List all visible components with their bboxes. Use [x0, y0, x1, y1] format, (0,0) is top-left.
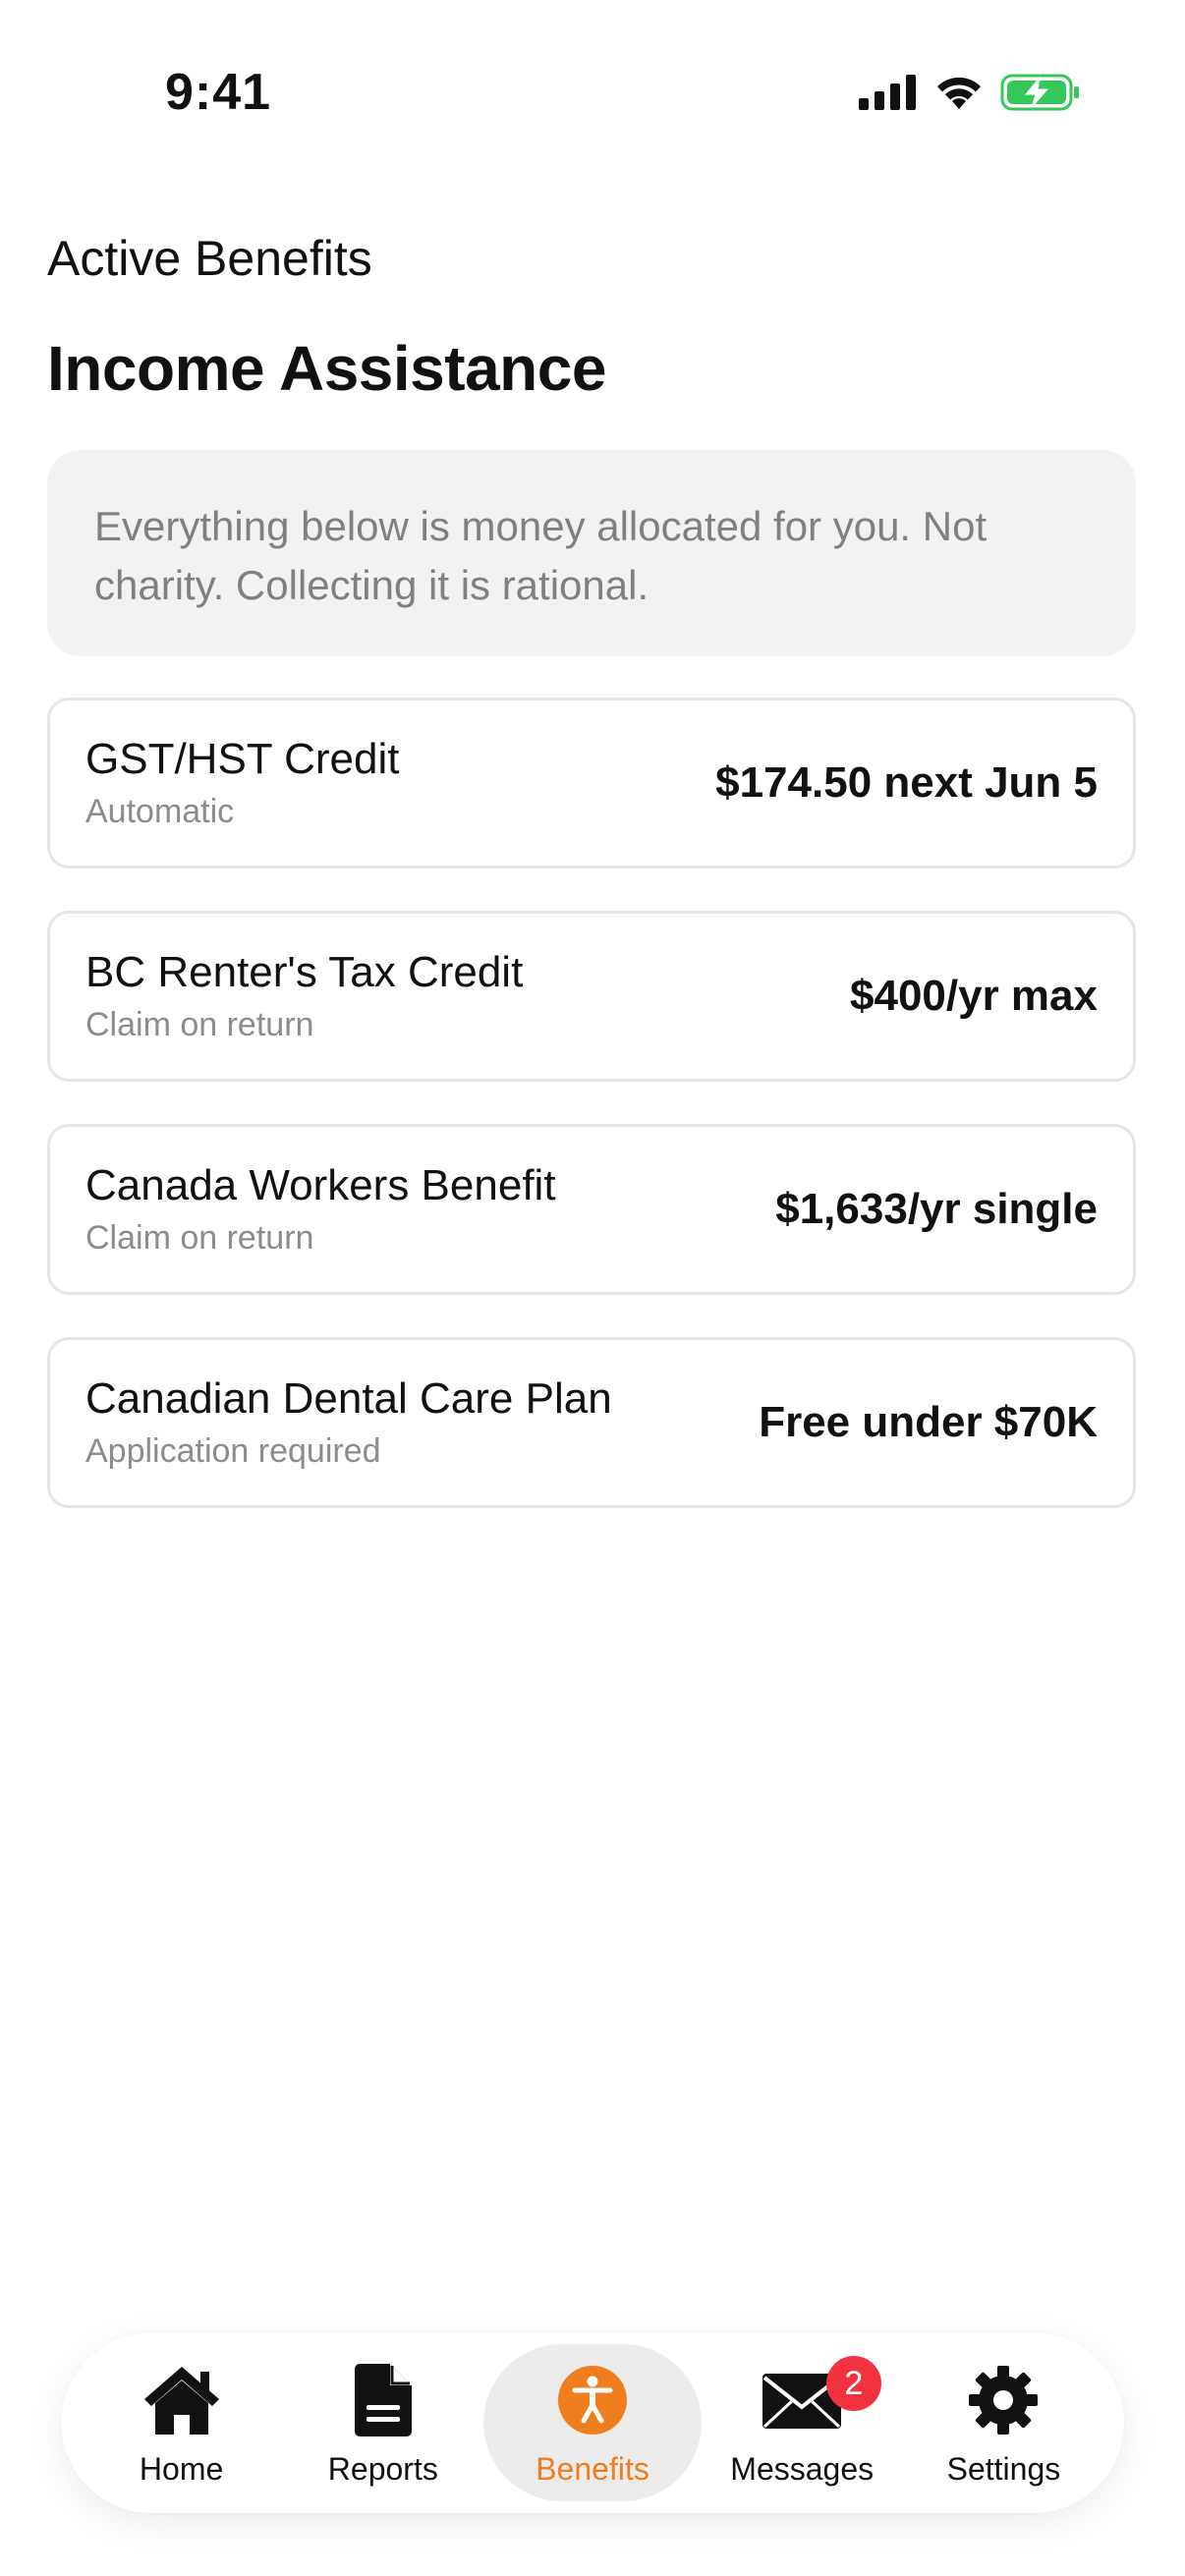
benefit-subtitle: Automatic — [85, 793, 235, 830]
benefit-list: GST/HST Credit Automatic $174.50 next Ju… — [47, 698, 1136, 1550]
tab-label: Messages — [730, 2450, 875, 2487]
benefit-card-gst-hst[interactable]: GST/HST Credit Automatic $174.50 next Ju… — [47, 698, 1136, 868]
tab-label: Reports — [327, 2450, 438, 2487]
info-note: Everything below is money allocated for … — [47, 450, 1136, 656]
tab-settings[interactable]: Settings — [903, 2344, 1104, 2501]
status-icons — [859, 73, 1081, 117]
benefit-name: Canada Workers Benefit — [85, 1161, 556, 1209]
status-bar: 9:41 — [0, 0, 1185, 196]
benefit-subtitle: Claim on return — [85, 1219, 314, 1257]
benefit-subtitle: Application required — [85, 1432, 381, 1470]
benefit-amount: Free under $70K — [759, 1398, 1098, 1446]
tab-reports[interactable]: Reports — [282, 2344, 483, 2501]
benefit-amount: $1,633/yr single — [775, 1185, 1098, 1233]
tab-label: Benefits — [536, 2450, 649, 2487]
tab-label: Settings — [946, 2450, 1061, 2487]
tab-benefits[interactable]: Benefits — [483, 2344, 702, 2501]
battery-charging-icon — [1000, 73, 1081, 117]
tab-label: Home — [139, 2450, 224, 2487]
tab-bar: Home Reports Benefits 2 Messages Setting… — [61, 2332, 1124, 2513]
home-icon — [138, 2359, 226, 2441]
signal-icon — [859, 75, 918, 115]
page-title: Income Assistance — [47, 333, 606, 404]
info-note-text: Everything below is money allocated for … — [94, 503, 988, 608]
benefit-card-bc-renters[interactable]: BC Renter's Tax Credit Claim on return $… — [47, 911, 1136, 1082]
tab-messages[interactable]: 2 Messages — [702, 2344, 903, 2501]
document-icon — [339, 2359, 427, 2441]
benefit-card-canada-workers[interactable]: Canada Workers Benefit Claim on return $… — [47, 1124, 1136, 1295]
wifi-icon — [933, 74, 985, 116]
gear-icon — [959, 2359, 1047, 2441]
benefit-amount: $400/yr max — [850, 972, 1098, 1020]
benefit-subtitle: Claim on return — [85, 1006, 314, 1043]
section-label: Active Benefits — [47, 231, 372, 286]
tab-home[interactable]: Home — [81, 2344, 282, 2501]
benefit-name: BC Renter's Tax Credit — [85, 948, 524, 996]
benefit-amount: $174.50 next Jun 5 — [715, 758, 1098, 807]
benefit-card-dental-care[interactable]: Canadian Dental Care Plan Application re… — [47, 1337, 1136, 1508]
benefit-name: Canadian Dental Care Plan — [85, 1374, 612, 1423]
benefit-name: GST/HST Credit — [85, 735, 400, 783]
messages-badge: 2 — [825, 2356, 881, 2411]
status-time: 9:41 — [165, 64, 272, 121]
accessibility-icon — [548, 2359, 637, 2441]
